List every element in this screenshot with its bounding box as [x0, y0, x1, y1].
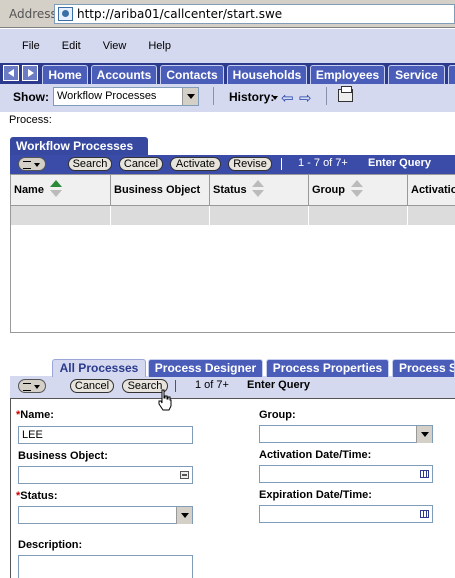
toolbar-divider [326, 87, 327, 105]
tab-contacts[interactable]: Contacts [160, 65, 224, 84]
address-url[interactable]: http://ariba01/callcenter/start.swe [77, 7, 282, 21]
group-select[interactable] [259, 425, 433, 443]
query-mode: Enter Query [368, 157, 431, 169]
record-count: 1 of 7+ [195, 379, 229, 391]
menu-bar: File Edit View Help [0, 36, 182, 56]
show-select-value: Workflow Processes [57, 90, 157, 102]
column-header-business-object[interactable]: Business Object [111, 175, 210, 205]
pick-list-icon[interactable] [180, 471, 189, 479]
form-applet-toolbar: Cancel Search 1 of 7+ Enter Query [10, 377, 455, 396]
menu-file[interactable]: File [0, 36, 51, 56]
business-object-field[interactable] [18, 466, 193, 484]
record-count: 1 - 7 of 7+ [298, 157, 348, 169]
tab-accounts[interactable]: Accounts [91, 65, 157, 84]
revise-button[interactable]: Revise [228, 157, 272, 171]
business-object-label: Business Object: [18, 450, 108, 462]
back-arrow-icon[interactable]: ⇦ [281, 89, 294, 107]
tab-scroll-right-icon[interactable] [22, 65, 38, 81]
query-mode: Enter Query [247, 379, 310, 391]
toolbar-divider [175, 380, 176, 392]
description-field[interactable] [18, 555, 193, 578]
list-applet-title: Workflow Processes [10, 137, 148, 156]
table-cell[interactable] [111, 206, 210, 225]
description-label: Description: [18, 539, 83, 551]
forward-arrow-icon[interactable]: ⇨ [299, 89, 312, 107]
tab-home[interactable]: Home [42, 65, 88, 84]
chevron-down-icon[interactable] [182, 88, 198, 105]
tab-overflow[interactable] [448, 65, 455, 84]
tab-service[interactable]: Service [388, 65, 445, 84]
calendar-icon[interactable] [420, 470, 429, 478]
history-dropdown-icon[interactable] [272, 96, 278, 100]
tab-households[interactable]: Households [227, 65, 307, 84]
chevron-down-icon[interactable] [176, 507, 192, 524]
calendar-icon[interactable] [420, 510, 429, 518]
activation-date-field[interactable] [259, 465, 433, 483]
grid-header: Name Business Object Status Group Activa… [11, 175, 455, 206]
column-header-activation[interactable]: Activatio [408, 175, 455, 205]
toolbar-divider [213, 87, 214, 105]
menu-edit[interactable]: Edit [51, 36, 92, 56]
browser-address-bar: Address http://ariba01/callcenter/start.… [0, 0, 455, 28]
expiration-date-field[interactable] [259, 505, 433, 523]
print-icon[interactable] [338, 86, 353, 102]
column-header-name[interactable]: Name [11, 175, 111, 205]
process-query-form: *Name: LEE Business Object: *Status: Des… [10, 398, 455, 578]
page-icon [58, 7, 73, 21]
toolbar-divider [281, 158, 282, 170]
hand-cursor-icon [158, 389, 172, 411]
tab-all-processes[interactable]: All Processes [52, 359, 146, 377]
expiration-date-label: Expiration Date/Time: [259, 489, 372, 501]
status-select[interactable] [18, 506, 193, 524]
show-label: Show: [13, 90, 49, 104]
applet-menu-icon[interactable] [18, 379, 46, 393]
tab-process-designer[interactable]: Process Designer [148, 359, 263, 377]
tab-scroll-left-icon[interactable] [3, 65, 19, 81]
history-label[interactable]: History: [229, 90, 274, 104]
cancel-button[interactable]: Cancel [119, 157, 163, 171]
sort-icon[interactable] [50, 180, 64, 200]
show-bar: Show: Workflow Processes History: ⇦ ⇨ [0, 84, 455, 108]
activate-button[interactable]: Activate [170, 157, 221, 171]
tab-employees[interactable]: Employees [310, 65, 385, 84]
list-applet-toolbar: Search Cancel Activate Revise 1 - 7 of 7… [10, 155, 455, 174]
address-label: Address [9, 7, 57, 21]
name-field-label: *Name: [16, 409, 54, 421]
table-cell[interactable] [408, 206, 455, 225]
column-header-status[interactable]: Status [210, 175, 309, 205]
screen-tab-bar: Home Accounts Contacts Households Employ… [0, 63, 455, 84]
search-button[interactable]: Search [68, 157, 112, 171]
group-label: Group: [259, 409, 296, 421]
menu-view[interactable]: View [92, 36, 138, 56]
activation-date-label: Activation Date/Time: [259, 449, 372, 461]
table-cell[interactable] [309, 206, 408, 225]
address-input[interactable]: http://ariba01/callcenter/start.swe [54, 4, 455, 24]
process-label: Process: [9, 114, 52, 126]
table-cell[interactable] [210, 206, 309, 225]
menu-help[interactable]: Help [137, 36, 182, 56]
tab-process-s[interactable]: Process S [392, 359, 455, 377]
table-cell[interactable] [11, 206, 111, 225]
status-field-label: *Status: [16, 490, 58, 502]
table-row[interactable] [11, 206, 455, 225]
workflow-list-grid: Name Business Object Status Group Activa… [10, 174, 455, 333]
sort-icon[interactable] [351, 180, 365, 200]
applet-menu-icon[interactable] [18, 157, 46, 171]
column-header-group[interactable]: Group [309, 175, 408, 205]
show-select[interactable]: Workflow Processes [53, 87, 199, 106]
tab-process-properties[interactable]: Process Properties [266, 359, 389, 377]
name-field[interactable]: LEE [18, 426, 193, 444]
cancel-button[interactable]: Cancel [70, 379, 114, 393]
chevron-down-icon[interactable] [416, 426, 432, 443]
sort-icon[interactable] [252, 180, 266, 200]
